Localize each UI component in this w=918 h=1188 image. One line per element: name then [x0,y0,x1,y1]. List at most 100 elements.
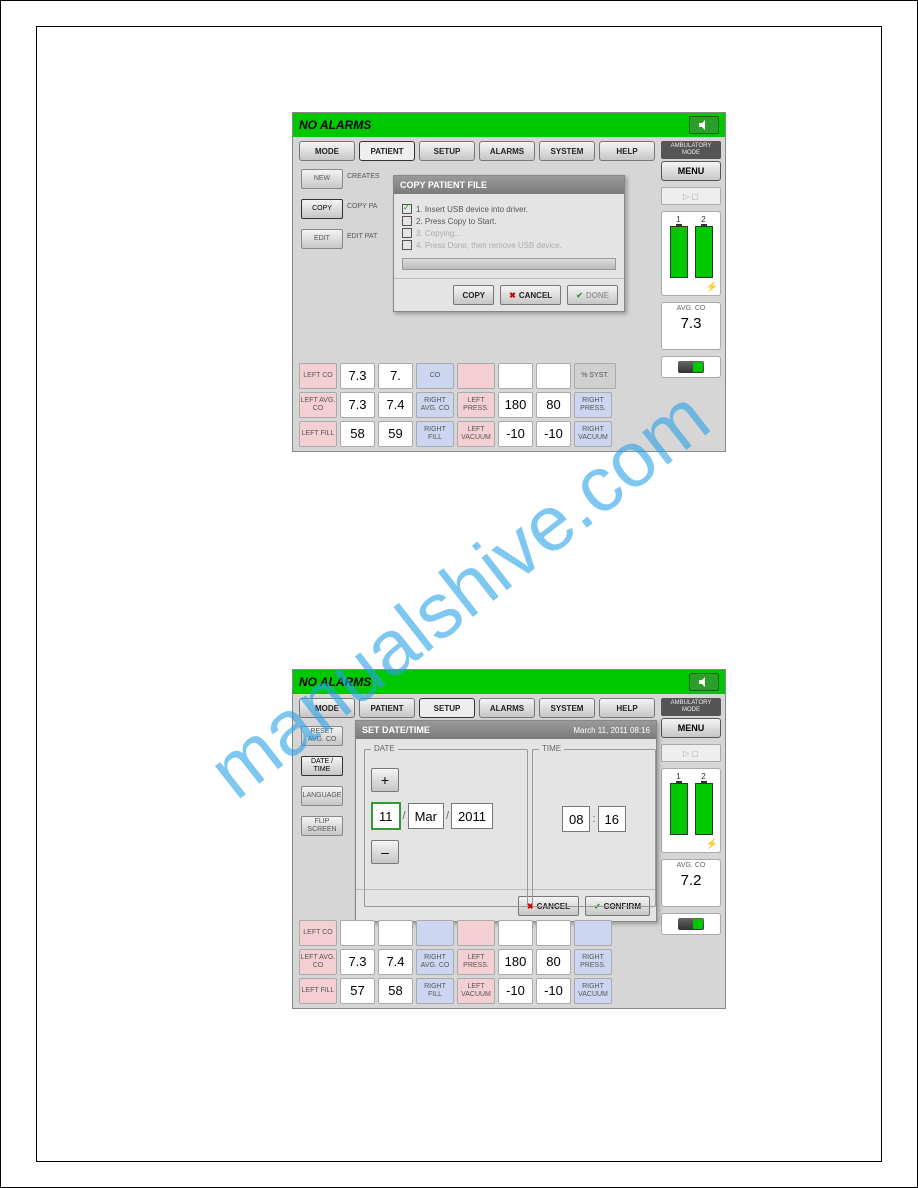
cancel-button[interactable]: ✖CANCEL [500,285,561,305]
avg-co-box: AVG. CO 7.3 [661,302,721,350]
side-reset-avg-co-button[interactable]: RESET AVG. CO [301,726,343,746]
grid-cell: 80 [536,949,571,975]
menu-system[interactable]: SYSTEM [539,141,595,161]
grid-cell: 7.3 [340,363,375,389]
grid-cell: 7.3 [340,392,375,418]
grid-cell: LEFT AVG. CO [299,392,337,418]
alarm-title: NO ALARMS [299,118,371,132]
alarm-title: NO ALARMS [299,675,371,689]
date-legend: DATE [371,744,398,753]
step-item: 1. Insert USB device into driver. [402,204,616,214]
ambulatory-label: AMBULATORY MODE [661,698,721,716]
decrement-button[interactable]: – [371,840,399,864]
avg-co-value: 7.3 [662,315,720,332]
copy-label: COPY PA [347,203,377,210]
progress-bar [402,258,616,270]
plug-icon: ⚡ [706,839,718,850]
grid-cell: 57 [340,978,375,1004]
checkbox-icon [402,240,412,250]
step-item: 4. Press Done, then remove USB device. [402,240,616,250]
set-datetime-dialog: SET DATE/TIME March 11, 2011 08:16 DATE … [355,720,657,922]
menu-alarms[interactable]: ALARMS [479,141,535,161]
grid-cell: RIGHT AVG. CO [416,392,454,418]
checkbox-icon [402,216,412,226]
edit-label: EDIT PAT [347,233,377,240]
grid-cell [457,920,495,946]
menu-help[interactable]: HELP [599,141,655,161]
month-field[interactable]: Mar [408,803,444,829]
hour-field[interactable]: 08 [562,806,590,832]
increment-button[interactable]: + [371,768,399,792]
grid-cell: LEFT VACUUM [457,978,495,1004]
grid-cell [498,363,533,389]
grid-cell [536,920,571,946]
dialog-title: COPY PATIENT FILE [400,180,487,190]
checkbox-icon [402,228,412,238]
step-text: 1. Insert USB device into driver. [416,205,528,214]
battery-1-label: 1 [676,215,680,224]
time-fieldset: TIME 08 : 16 [532,749,656,907]
menu-setup[interactable]: SETUP [419,698,475,718]
time-legend: TIME [539,744,564,753]
menu-button[interactable]: MENU [661,161,721,181]
side-date-time-button[interactable]: DATE / TIME [301,756,343,776]
battery-box: 12 ⚡ [661,768,721,853]
grid-cell: 180 [498,392,533,418]
avg-co-box: AVG. CO 7.2 [661,859,721,907]
grid-cell: RIGHT PRESS. [574,949,612,975]
battery-1-icon [670,226,688,278]
step-text: 3. Copying... [416,229,461,238]
menu-alarms[interactable]: ALARMS [479,698,535,718]
screenshot-copy-patient: NO ALARMS MODEPATIENTSETUPALARMSSYSTEMHE… [292,112,726,452]
menu-setup[interactable]: SETUP [419,141,475,161]
battery-2-icon [695,783,713,835]
side-new-button[interactable]: NEW [301,169,343,189]
battery-box: 12 ⚡ [661,211,721,296]
power-toggle[interactable] [661,356,721,378]
speaker-icon[interactable] [689,116,719,134]
date-fieldset: DATE + 11 / Mar / 2011 – [364,749,528,907]
grid-cell: RIGHT AVG. CO [416,949,454,975]
power-toggle[interactable] [661,913,721,935]
battery-1-label: 1 [676,772,680,781]
grid-cell: 58 [378,978,413,1004]
screenshot-set-datetime: NO ALARMS MODEPATIENTSETUPALARMSSYSTEMHE… [292,669,726,1009]
menu-help[interactable]: HELP [599,698,655,718]
grid-cell: 7.4 [378,949,413,975]
menu-system[interactable]: SYSTEM [539,698,595,718]
grid-cell: -10 [498,978,533,1004]
menu-patient[interactable]: PATIENT [359,141,415,161]
check-icon: ✔ [576,291,583,300]
menu-button[interactable]: MENU [661,718,721,738]
year-field[interactable]: 2011 [451,803,493,829]
side-flip-screen-button[interactable]: FLIP SCREEN [301,816,343,836]
day-field[interactable]: 11 [371,802,401,830]
done-button[interactable]: ✔DONE [567,285,618,305]
step-item: 2. Press Copy to Start. [402,216,616,226]
copy-button[interactable]: COPY [453,285,494,305]
battery-1-icon [670,783,688,835]
minute-field[interactable]: 16 [598,806,626,832]
side-edit-button[interactable]: EDIT [301,229,343,249]
side-copy-button[interactable]: COPY [301,199,343,219]
speaker-icon[interactable] [689,673,719,691]
copy-patient-dialog: COPY PATIENT FILE 1. Insert USB device i… [393,175,625,312]
dialog-timestamp: March 11, 2011 08:16 [573,726,650,735]
ambulatory-label: AMBULATORY MODE [661,141,721,159]
grid-cell: CO [416,363,454,389]
menu-mode[interactable]: MODE [299,698,355,718]
grid-cell: RIGHT VACUUM [574,978,612,1004]
grid-cell: -10 [498,421,533,447]
menu-mode[interactable]: MODE [299,141,355,161]
grid-cell: -10 [536,978,571,1004]
step-text: 4. Press Done, then remove USB device. [416,241,562,250]
menu-patient[interactable]: PATIENT [359,698,415,718]
grid-cell: 58 [340,421,375,447]
grid-cell: RIGHT FILL [416,421,454,447]
step-item: 3. Copying... [402,228,616,238]
grid-cell: LEFT CO [299,363,337,389]
battery-2-label: 2 [701,215,705,224]
grid-cell: LEFT FILL [299,421,337,447]
grid-cell: LEFT AVG. CO [299,949,337,975]
side-language-button[interactable]: LANGUAGE [301,786,343,806]
